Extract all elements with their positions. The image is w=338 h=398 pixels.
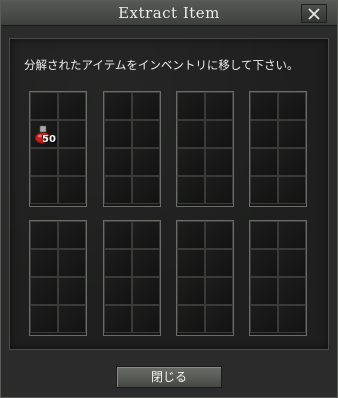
bag-grid [249,91,307,207]
inventory-slot[interactable] [250,221,278,249]
inventory-slot[interactable] [177,120,205,148]
inventory-slot[interactable] [278,120,306,148]
inventory-slot[interactable] [177,249,205,277]
inventory-slot[interactable] [205,305,233,333]
title-bar[interactable]: Extract Item [1,1,337,26]
inventory-slot[interactable] [132,92,160,120]
inventory-slot[interactable] [205,120,233,148]
extract-item-window: Extract Item 分解されたアイテムをインベントリに移して下さい。 50… [0,0,338,398]
inventory-slot[interactable] [250,277,278,305]
inventory-slot[interactable] [177,148,205,176]
window-title: Extract Item [118,4,220,22]
inventory-slot[interactable] [177,221,205,249]
inventory-slot[interactable] [30,92,58,120]
inventory-slot[interactable] [278,305,306,333]
inventory-slot[interactable] [250,249,278,277]
inventory-slot[interactable] [58,277,86,305]
content-panel: 分解されたアイテムをインベントリに移して下さい。 50 [9,38,329,350]
inventory-slot[interactable] [278,148,306,176]
inventory-slot[interactable] [250,92,278,120]
inventory-slot[interactable] [205,221,233,249]
inventory-slot[interactable] [132,176,160,204]
bag-grid [249,220,307,336]
inventory-slot[interactable] [30,277,58,305]
inventory-slot[interactable] [177,277,205,305]
inventory-slot[interactable] [250,148,278,176]
bag-grid [29,220,87,336]
inventory-slot[interactable] [250,120,278,148]
inventory-slot[interactable] [104,221,132,249]
inventory-slot[interactable] [177,92,205,120]
inventory-slot[interactable] [104,92,132,120]
inventory-slot[interactable] [250,176,278,204]
inventory-slot[interactable] [58,249,86,277]
inventory-slot[interactable] [30,249,58,277]
inventory-slot[interactable] [132,148,160,176]
inventory-slot[interactable] [278,277,306,305]
inventory-slot[interactable] [58,120,86,148]
inventory-slot[interactable] [132,221,160,249]
inventory-slot[interactable] [177,305,205,333]
inventory-slot[interactable] [30,176,58,204]
close-button[interactable] [301,4,327,23]
inventory-slot[interactable] [30,221,58,249]
inventory-slot[interactable] [205,277,233,305]
inventory-slot[interactable] [132,249,160,277]
bag-grid [176,220,234,336]
inventory-slot[interactable] [132,277,160,305]
inventory-slot[interactable] [104,305,132,333]
close-icon [308,7,320,20]
instruction-text: 分解されたアイテムをインベントリに移して下さい。 [24,58,299,72]
inventory-slot[interactable] [205,92,233,120]
inventory-slot[interactable] [104,249,132,277]
inventory-slot[interactable] [205,249,233,277]
inventory-slot[interactable] [58,148,86,176]
inventory-slot[interactable] [132,120,160,148]
inventory-slot[interactable] [278,176,306,204]
stack-count: 50 [42,134,56,145]
inventory-slot[interactable] [278,249,306,277]
inventory-slot[interactable] [104,277,132,305]
inventory-slot[interactable] [30,305,58,333]
bag-grid [103,220,161,336]
inventory-slot[interactable]: 50 [30,120,58,148]
inventory-slot[interactable] [205,148,233,176]
bag-grid [176,91,234,207]
inventory-slot[interactable] [205,176,233,204]
inventory-slot[interactable] [58,176,86,204]
inventory-slot[interactable] [58,221,86,249]
close-dialog-button[interactable]: 閉じる [116,366,222,388]
bag-grid: 50 [29,91,87,207]
inventory-slot[interactable] [58,305,86,333]
inventory-slot[interactable] [250,305,278,333]
inventory-slot[interactable] [278,221,306,249]
inventory-slot[interactable] [104,120,132,148]
bag-grid [103,91,161,207]
inventory-slot[interactable] [104,176,132,204]
inventory-slot[interactable] [278,92,306,120]
inventory-slot[interactable] [104,148,132,176]
inventory-slot[interactable] [58,92,86,120]
inventory-slot[interactable] [132,305,160,333]
inventory-slot[interactable] [177,176,205,204]
inventory-slot[interactable] [30,148,58,176]
